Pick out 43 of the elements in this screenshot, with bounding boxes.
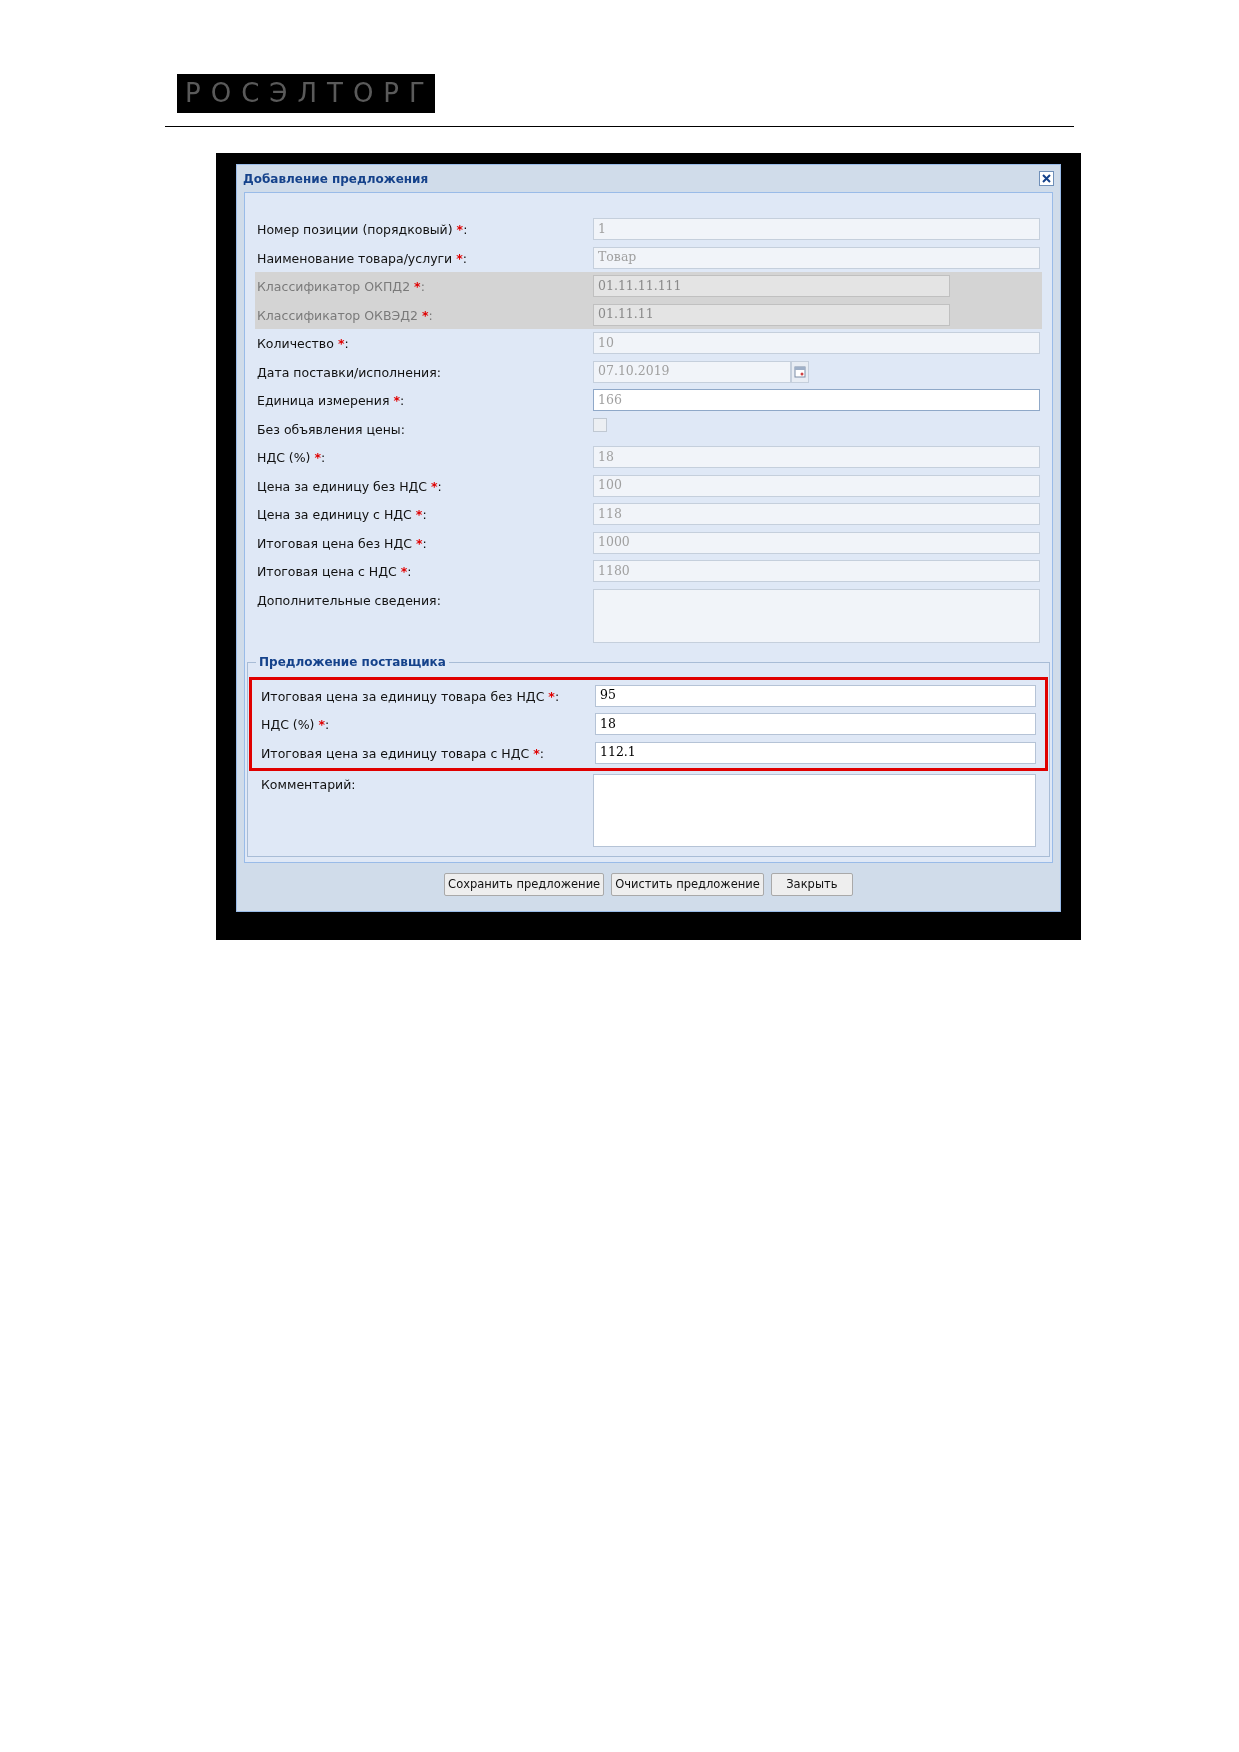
text-field[interactable]: 95 [595, 684, 1036, 707]
text-field[interactable]: 112.1 [595, 741, 1036, 764]
text-field[interactable]: 100 [593, 474, 1040, 497]
field-label: Цена за единицу с НДС *: [257, 507, 427, 522]
field-label: Единица измерения *: [257, 393, 405, 408]
dialog-button[interactable]: Очистить предложение [611, 873, 764, 896]
logo-text: РОСЭЛТОРГ [185, 74, 435, 113]
close-icon [1042, 174, 1051, 183]
field-label: Итоговая цена с НДС *: [257, 564, 412, 579]
comment-area[interactable] [592, 774, 1036, 847]
date-field[interactable]: 07.10.2019 [593, 360, 791, 383]
field-label: Количество *: [257, 336, 349, 351]
dialog-button[interactable]: Закрыть [770, 873, 853, 896]
field-label: Классификатор ОКВЭД2 *: [257, 307, 433, 323]
text-field[interactable]: 1 [593, 218, 1040, 240]
field-label: Итоговая цена за единицу товара без НДС *: [261, 688, 560, 704]
text-field[interactable]: 118 [593, 503, 1040, 525]
field-label: НДС (%) *: [257, 450, 326, 465]
text-field[interactable]: 18 [595, 713, 1036, 735]
calendar-icon [794, 365, 806, 378]
field-label: Без объявления цены: [257, 421, 405, 437]
field-label: Классификатор ОКПД2 *: [257, 279, 425, 294]
dialog-title: Добавление предложения [243, 170, 429, 188]
field-label: Дополнительные сведения: [257, 592, 441, 608]
field-label: Номер позиции (порядковый) *: [257, 222, 468, 237]
calendar-button[interactable] [791, 360, 809, 383]
text-field[interactable]: 1180 [593, 560, 1040, 582]
close-button[interactable] [1039, 171, 1054, 186]
field-label: НДС (%) *: [261, 717, 330, 732]
field-label: Итоговая цена без НДС *: [257, 535, 427, 551]
field-label: Итоговая цена за единицу товара с НДС *: [261, 745, 544, 761]
text-area[interactable] [593, 588, 1040, 643]
text-field[interactable]: 1000 [593, 531, 1040, 554]
field-label: Комментарий: [261, 777, 356, 792]
text-field[interactable]: 166 [593, 389, 1040, 411]
field-label: Дата поставки/исполнения: [257, 364, 441, 380]
text-field[interactable]: 10 [593, 332, 1040, 354]
text-field[interactable]: Товар [593, 246, 1040, 269]
text-field[interactable]: 18 [593, 446, 1040, 468]
field-label: Наименование товара/услуги *: [257, 250, 467, 266]
dialog-button[interactable]: Сохранить предложение [444, 873, 605, 896]
field-label: Цена за единицу без НДС *: [257, 478, 442, 494]
checkbox[interactable] [593, 417, 607, 432]
